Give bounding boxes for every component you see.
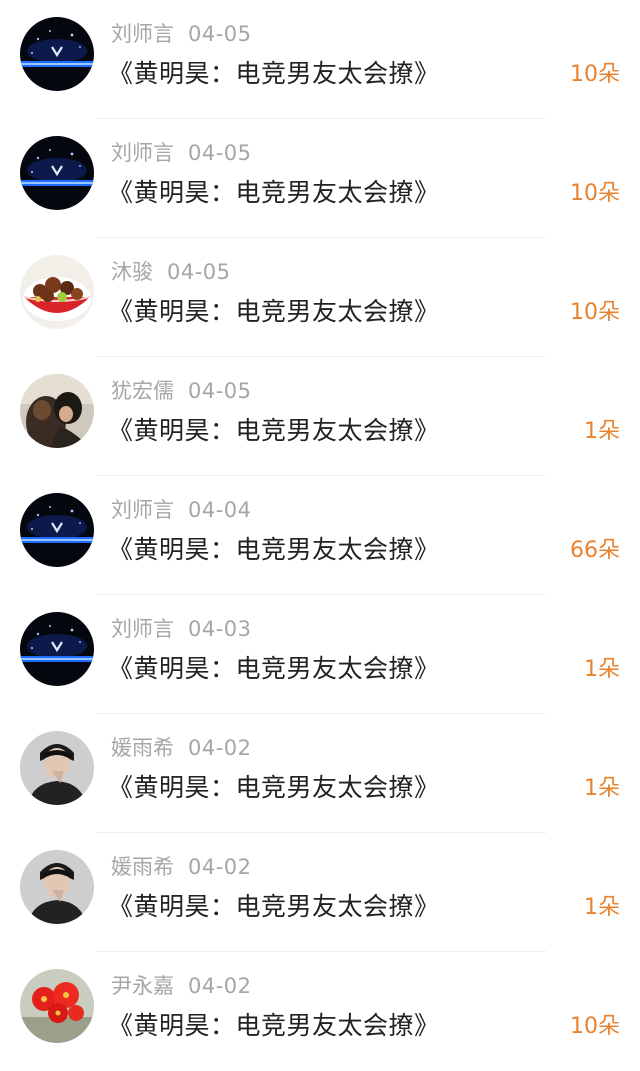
item-meta: 媛雨希 04-02: [111, 853, 252, 881]
list-item[interactable]: 媛雨希 04-02 《黄明昊：电竞男友太会撩》 1朵: [0, 714, 640, 833]
person-dog-avatar[interactable]: [20, 374, 94, 448]
gift-count: 1朵: [584, 895, 620, 920]
user-name[interactable]: 刘师言: [111, 22, 174, 46]
list-item[interactable]: 媛雨希 04-02 《黄明昊：电竞男友太会撩》 1朵: [0, 833, 640, 952]
item-meta: 刘师言 04-03: [111, 615, 252, 643]
gift-count: 1朵: [584, 419, 620, 444]
red-flower-avatar[interactable]: [20, 969, 94, 1043]
item-meta: 刘师言 04-05: [111, 20, 252, 48]
gift-count: 10朵: [570, 1014, 620, 1039]
galaxy-avatar[interactable]: [20, 17, 94, 91]
gift-count: 1朵: [584, 776, 620, 801]
galaxy-avatar[interactable]: [20, 612, 94, 686]
item-title: 《黄明昊：电竞男友太会撩》: [108, 178, 440, 207]
list-item[interactable]: 沐骏 04-05 《黄明昊：电竞男友太会撩》 10朵: [0, 238, 640, 357]
item-meta: 刘师言 04-05: [111, 139, 252, 167]
item-date: 04-02: [188, 855, 252, 879]
user-name[interactable]: 尹永嘉: [111, 974, 174, 998]
gift-count: 10朵: [570, 181, 620, 206]
gift-record-list: 刘师言 04-05 《黄明昊：电竞男友太会撩》 10朵 刘师言 04-05 《黄明昊…: [0, 0, 640, 1067]
item-meta: 尹永嘉 04-02: [111, 972, 252, 1000]
user-name[interactable]: 媛雨希: [111, 736, 174, 760]
item-date: 04-04: [188, 498, 252, 522]
item-title: 《黄明昊：电竞男友太会撩》: [108, 1011, 440, 1040]
item-date: 04-05: [188, 141, 252, 165]
item-title: 《黄明昊：电竞男友太会撩》: [108, 892, 440, 921]
list-item[interactable]: 刘师言 04-04 《黄明昊：电竞男友太会撩》 66朵: [0, 476, 640, 595]
man-portrait-avatar[interactable]: [20, 731, 94, 805]
galaxy-avatar[interactable]: [20, 493, 94, 567]
item-date: 04-05: [167, 260, 231, 284]
gift-count: 10朵: [570, 62, 620, 87]
list-item[interactable]: 刘师言 04-05 《黄明昊：电竞男友太会撩》 10朵: [0, 0, 640, 119]
food-bowl-avatar[interactable]: [20, 255, 94, 329]
user-name[interactable]: 犹宏儒: [111, 379, 174, 403]
user-name[interactable]: 刘师言: [111, 498, 174, 522]
list-item[interactable]: 刘师言 04-05 《黄明昊：电竞男友太会撩》 10朵: [0, 119, 640, 238]
item-title: 《黄明昊：电竞男友太会撩》: [108, 416, 440, 445]
item-meta: 犹宏儒 04-05: [111, 377, 252, 405]
item-meta: 沐骏 04-05: [111, 258, 231, 286]
list-item[interactable]: 犹宏儒 04-05 《黄明昊：电竞男友太会撩》 1朵: [0, 357, 640, 476]
list-item[interactable]: 尹永嘉 04-02 《黄明昊：电竞男友太会撩》 10朵: [0, 952, 640, 1071]
user-name[interactable]: 沐骏: [111, 260, 153, 284]
gift-count: 10朵: [570, 300, 620, 325]
user-name[interactable]: 媛雨希: [111, 855, 174, 879]
item-date: 04-05: [188, 22, 252, 46]
item-date: 04-05: [188, 379, 252, 403]
item-title: 《黄明昊：电竞男友太会撩》: [108, 59, 440, 88]
user-name[interactable]: 刘师言: [111, 617, 174, 641]
item-date: 04-03: [188, 617, 252, 641]
item-date: 04-02: [188, 736, 252, 760]
item-date: 04-02: [188, 974, 252, 998]
list-item[interactable]: 刘师言 04-03 《黄明昊：电竞男友太会撩》 1朵: [0, 595, 640, 714]
gift-count: 66朵: [570, 538, 620, 563]
item-title: 《黄明昊：电竞男友太会撩》: [108, 297, 440, 326]
gift-count: 1朵: [584, 657, 620, 682]
item-meta: 媛雨希 04-02: [111, 734, 252, 762]
item-title: 《黄明昊：电竞男友太会撩》: [108, 654, 440, 683]
item-title: 《黄明昊：电竞男友太会撩》: [108, 535, 440, 564]
user-name[interactable]: 刘师言: [111, 141, 174, 165]
item-meta: 刘师言 04-04: [111, 496, 252, 524]
galaxy-avatar[interactable]: [20, 136, 94, 210]
item-title: 《黄明昊：电竞男友太会撩》: [108, 773, 440, 802]
man-portrait-avatar[interactable]: [20, 850, 94, 924]
